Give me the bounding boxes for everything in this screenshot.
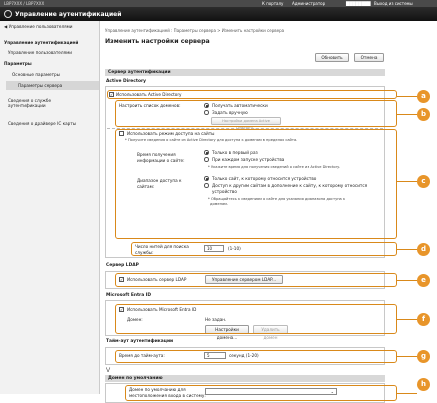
admin-name: ████████ — [346, 1, 371, 6]
portal-link[interactable]: К порталу — [262, 1, 283, 6]
callout-f: f — [417, 313, 430, 326]
callout-e: e — [417, 274, 430, 287]
callout-a: a — [417, 90, 430, 103]
page-title: Изменить настройки сервера — [105, 38, 210, 45]
sidebar-item-service[interactable]: Сведения о службе аутентификации — [8, 98, 88, 108]
window-title-bar: Управление аутентификацией — [0, 7, 437, 21]
highlight-h — [125, 385, 397, 401]
callout-line-g — [397, 356, 417, 357]
top-bar: LBP7XXX / LBP7XXX К порталу Администрато… — [0, 0, 437, 7]
subheader-ad: Active Directory — [106, 79, 147, 84]
callout-g: g — [417, 350, 430, 363]
callout-h: h — [417, 378, 430, 391]
section-auth-server: Сервер аутентификации — [105, 69, 385, 76]
callout-line-f — [397, 319, 417, 320]
sidebar-item-users[interactable]: Управление пользователями — [8, 50, 72, 55]
subheader-entra: Microsoft Entra ID — [106, 293, 151, 298]
cancel-button[interactable]: Отмена — [354, 53, 384, 62]
main-content: Управление аутентификацией : Параметры с… — [101, 21, 437, 403]
update-button[interactable]: Обновить — [315, 53, 349, 62]
sidebar: ◀ Управление пользователями Управление а… — [0, 21, 100, 394]
callout-d: d — [417, 243, 430, 256]
sidebar-back-link[interactable]: ◀ Управление пользователями — [4, 24, 73, 29]
callout-line-a — [397, 96, 417, 97]
sidebar-item-basic[interactable]: Основные параметры — [12, 72, 60, 77]
admin-label: Администратор — [292, 1, 326, 6]
sidebar-item-server[interactable]: Параметры сервера — [6, 81, 99, 90]
highlight-b — [115, 100, 397, 127]
callout-c: c — [417, 175, 430, 188]
callout-line-b — [397, 114, 417, 115]
highlight-g — [115, 350, 397, 363]
window-title: Управление аутентификацией — [15, 10, 122, 18]
callout-line-d — [397, 249, 417, 250]
sidebar-item-ic[interactable]: Сведения о драйвере IC карты — [8, 121, 76, 126]
highlight-c — [115, 129, 397, 239]
highlight-f — [115, 304, 397, 334]
logout-link[interactable]: Выход из системы — [374, 1, 413, 6]
callout-line-e — [397, 280, 417, 281]
sidebar-section-settings: Параметры — [4, 61, 32, 66]
sidebar-section-auth: Управление аутентификацией — [4, 40, 79, 45]
collapse-icon[interactable]: ⋁ — [106, 367, 110, 373]
callout-b: b — [417, 108, 430, 121]
highlight-e — [115, 273, 397, 287]
highlight-d — [131, 242, 397, 256]
section-default-domain: Домен по умолчанию — [105, 375, 385, 382]
subheader-timeout: Тайм-аут аутентификации — [106, 339, 174, 344]
highlight-a — [107, 90, 397, 99]
device-name: LBP7XXX / LBP7XXX — [4, 1, 45, 6]
subheader-ldap: Сервер LDAP — [106, 263, 139, 268]
app-logo-icon — [4, 10, 12, 18]
breadcrumb: Управление аутентификацией : Параметры с… — [105, 28, 285, 33]
callout-line-c — [397, 181, 417, 182]
